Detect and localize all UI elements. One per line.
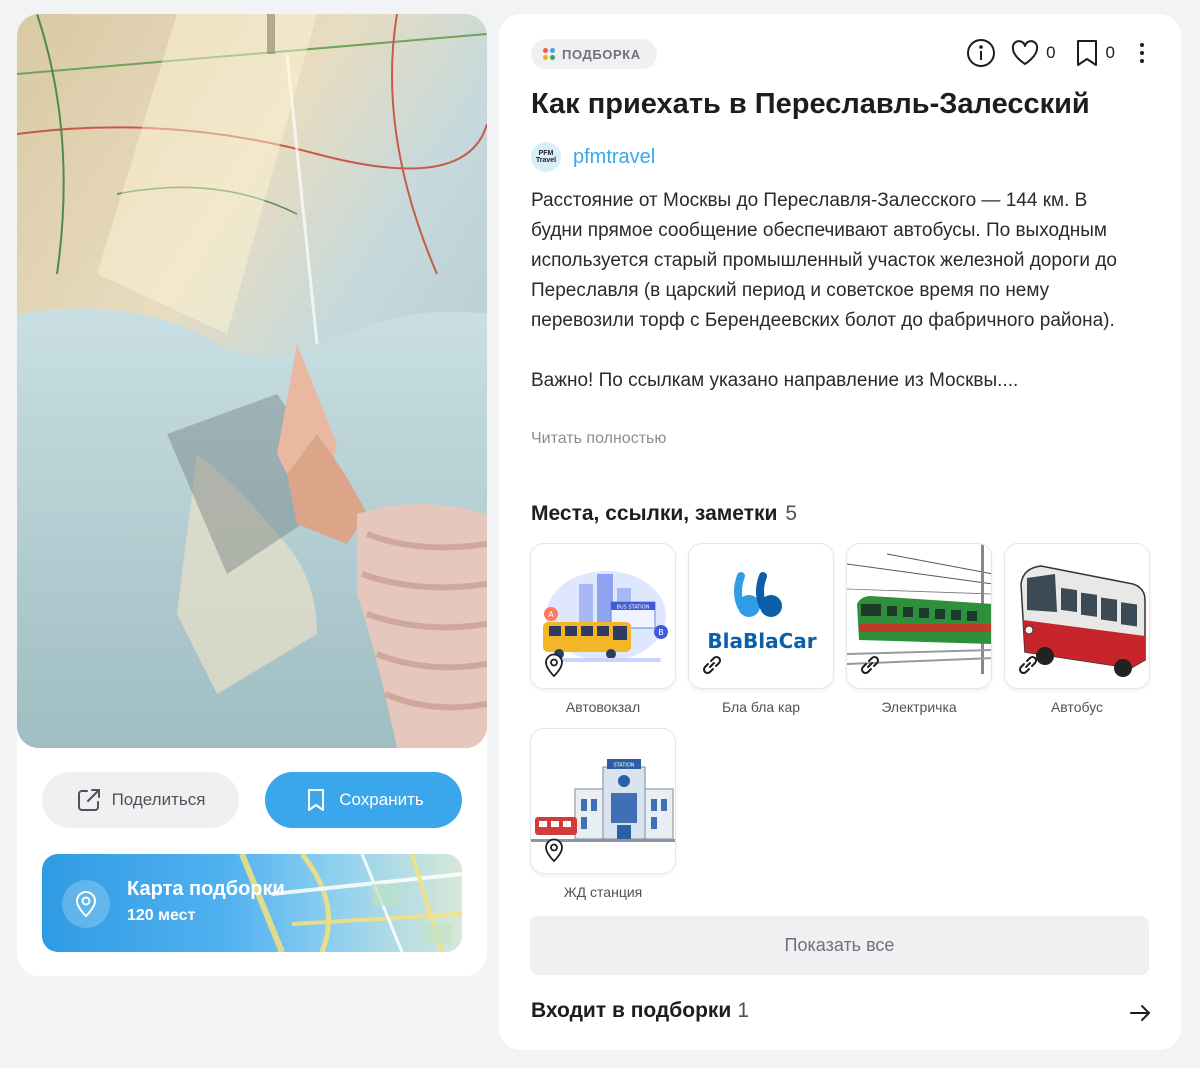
section-title: Места, ссылки, заметки 5 [531, 502, 797, 526]
section-count: 5 [785, 502, 798, 525]
info-icon[interactable] [966, 38, 996, 68]
author-name[interactable]: pfmtravel [573, 146, 655, 169]
station-sign: STATION [613, 763, 634, 769]
heart-icon [1010, 39, 1040, 67]
included-title: Входит в подборки [531, 999, 732, 1022]
more-menu-icon[interactable] [1139, 42, 1145, 64]
bookmark-button[interactable]: 0 [1074, 38, 1115, 68]
place-pin-icon [545, 653, 563, 678]
bus-station-sign: BUS STATION [617, 605, 650, 611]
list-item[interactable]: BUS STATION A B Автовокзал [530, 543, 676, 715]
map-subtitle: 120 мест [127, 907, 196, 924]
action-buttons: Поделиться Сохранить [42, 772, 462, 828]
item-thumbnail[interactable] [1004, 543, 1150, 689]
left-card: Поделиться Сохранить Карта подборки 120 … [17, 14, 487, 976]
cover-photo [17, 14, 487, 748]
blablacar-logo-text: BlaBlaCar [707, 629, 816, 653]
map-title: Карта подборки [127, 878, 285, 900]
collection-dots-icon [543, 48, 555, 60]
included-count: 1 [737, 999, 749, 1022]
page-title: Как приехать в Переславль-Залесский [531, 88, 1090, 120]
description: Расстояние от Москвы до Переславля-Залес… [531, 190, 1117, 391]
item-thumbnail[interactable] [846, 543, 992, 689]
share-icon [76, 787, 102, 813]
author[interactable]: PFM Travel pfmtravel [531, 142, 655, 172]
item-caption: Автобус [1050, 699, 1104, 715]
bookmarks-count: 0 [1105, 43, 1115, 62]
svg-text:A: A [548, 610, 554, 619]
item-thumbnail[interactable]: STATION [530, 728, 676, 874]
bookmark-icon [303, 787, 329, 813]
share-button[interactable]: Поделиться [42, 772, 239, 828]
collection-card: ПОДБОРКА 0 0 Как приехать в Переславль-З… [499, 14, 1181, 1050]
item-caption: Автовокзал [565, 699, 641, 715]
avatar: PFM Travel [531, 142, 561, 172]
save-button[interactable]: Сохранить [265, 772, 462, 828]
save-label: Сохранить [339, 790, 424, 809]
show-all-button[interactable]: Показать все [530, 916, 1149, 975]
link-icon [702, 655, 722, 675]
collection-map-banner[interactable]: Карта подборки 120 мест [42, 854, 462, 952]
map-pin-icon [62, 880, 110, 928]
like-button[interactable]: 0 [1010, 39, 1056, 67]
list-item[interactable]: Электричка [846, 543, 992, 715]
list-item[interactable]: STATION ЖД станция [530, 728, 676, 900]
bookmark-icon [1074, 38, 1100, 68]
item-caption: ЖД станция [563, 884, 643, 900]
link-icon [1018, 655, 1038, 675]
item-caption: Бла бла кар [721, 699, 801, 715]
svg-text:B: B [658, 628, 664, 637]
share-label: Поделиться [111, 790, 206, 809]
arrow-right-icon[interactable] [1127, 1000, 1153, 1026]
likes-count: 0 [1046, 43, 1056, 62]
read-more-link[interactable]: Читать полностью [531, 430, 666, 448]
list-item[interactable]: BlaBlaCar Бла бла кар [688, 543, 834, 715]
link-icon [860, 655, 880, 675]
list-item[interactable]: Автобус [1004, 543, 1150, 715]
place-pin-icon [545, 838, 563, 863]
section-title-text: Места, ссылки, заметки [531, 502, 778, 525]
included-in-collections[interactable]: Входит в подборки 1 [531, 999, 749, 1023]
item-thumbnail[interactable]: BlaBlaCar [688, 543, 834, 689]
item-thumbnail[interactable]: BUS STATION A B [530, 543, 676, 689]
top-actions: 0 0 [966, 38, 1145, 68]
tag-label: ПОДБОРКА [562, 46, 641, 62]
collection-tag: ПОДБОРКА [531, 39, 657, 69]
item-caption: Электричка [881, 699, 957, 715]
